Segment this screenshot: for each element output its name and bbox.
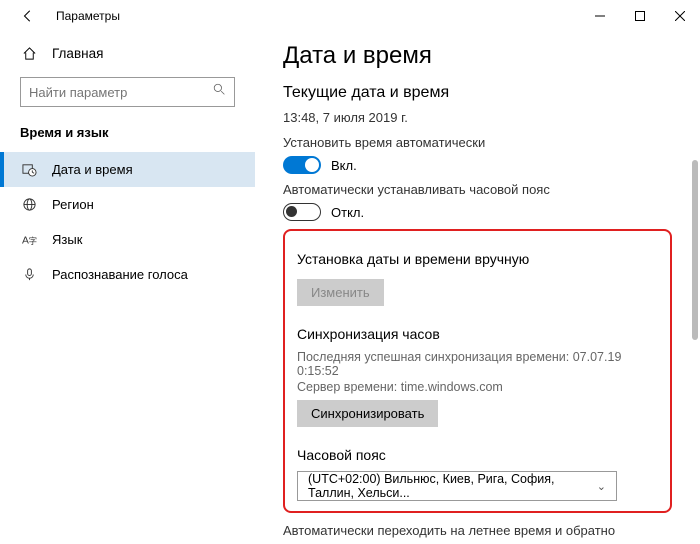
sync-last-line: Последняя успешная синхронизация времени… [297, 350, 658, 378]
timezone-title: Часовой пояс [297, 447, 658, 463]
nav-speech[interactable]: Распознавание голоса [0, 257, 255, 292]
titlebar: Параметры [0, 0, 700, 32]
highlight-box: Установка даты и времени вручную Изменит… [283, 229, 672, 513]
change-button[interactable]: Изменить [297, 279, 384, 306]
current-datetime-value: 13:48, 7 июля 2019 г. [283, 110, 672, 125]
current-datetime-heading: Текущие дата и время [283, 84, 672, 102]
maximize-button[interactable] [620, 0, 660, 32]
calendar-clock-icon [20, 162, 38, 177]
search-icon [213, 83, 226, 101]
dst-label: Автоматически переходить на летнее время… [283, 523, 672, 538]
home-label: Главная [52, 46, 103, 61]
home-icon [20, 46, 38, 61]
auto-tz-label: Автоматически устанавливать часовой пояс [283, 182, 672, 197]
nav-label: Язык [52, 232, 82, 247]
sync-button[interactable]: Синхронизировать [297, 400, 438, 427]
nav-label: Регион [52, 197, 94, 212]
manual-set-title: Установка даты и времени вручную [297, 251, 658, 267]
auto-tz-state: Откл. [331, 205, 364, 220]
content-area: Дата и время Текущие дата и время 13:48,… [255, 32, 700, 544]
nav-label: Распознавание голоса [52, 267, 188, 282]
section-title: Время и язык [0, 121, 255, 152]
page-title: Дата и время [283, 42, 672, 70]
auto-time-label: Установить время автоматически [283, 135, 672, 150]
close-button[interactable] [660, 0, 700, 32]
nav-date-time[interactable]: Дата и время [0, 152, 255, 187]
chevron-down-icon: ⌄ [597, 480, 606, 493]
auto-time-toggle[interactable] [283, 156, 321, 174]
timezone-value: (UTC+02:00) Вильнюс, Киев, Рига, София, … [308, 472, 597, 500]
microphone-icon [20, 267, 38, 282]
window-title: Параметры [56, 9, 120, 23]
svg-text:字: 字 [28, 236, 36, 246]
sidebar: Главная Время и язык Дата и время Регион… [0, 32, 255, 544]
window-controls [580, 0, 700, 32]
home-nav[interactable]: Главная [0, 40, 255, 67]
scrollbar-thumb[interactable] [692, 160, 698, 340]
nav-region[interactable]: Регион [0, 187, 255, 222]
sync-server-line: Сервер времени: time.windows.com [297, 380, 658, 394]
search-input[interactable] [29, 85, 213, 100]
back-button[interactable] [18, 6, 38, 26]
search-box[interactable] [20, 77, 235, 107]
language-icon: A字 [20, 232, 38, 247]
auto-tz-toggle[interactable] [283, 203, 321, 221]
timezone-dropdown[interactable]: (UTC+02:00) Вильнюс, Киев, Рига, София, … [297, 471, 617, 501]
nav-language[interactable]: A字 Язык [0, 222, 255, 257]
nav-label: Дата и время [52, 162, 133, 177]
sync-title: Синхронизация часов [297, 326, 658, 342]
minimize-button[interactable] [580, 0, 620, 32]
globe-icon [20, 197, 38, 212]
auto-time-state: Вкл. [331, 158, 357, 173]
